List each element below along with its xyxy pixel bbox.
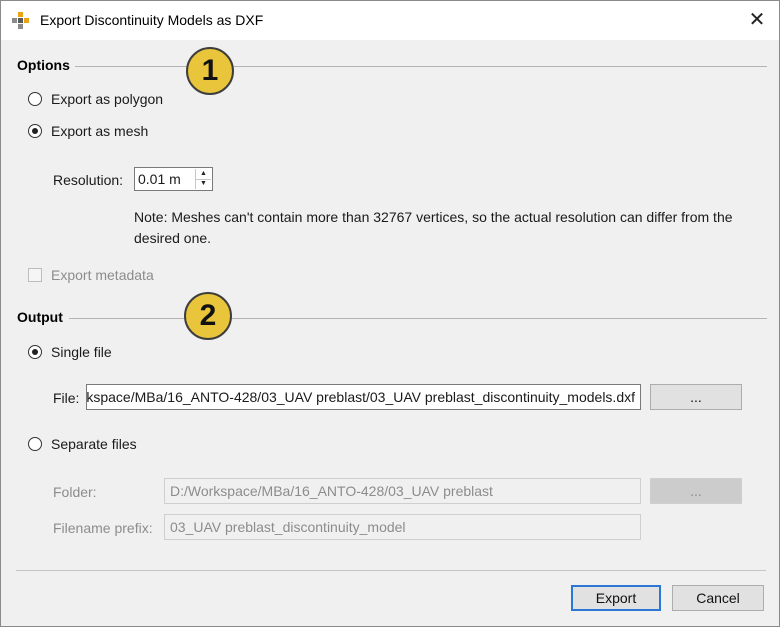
separate-files-radio[interactable]: Separate files [28,436,188,456]
options-divider [75,66,767,67]
folder-value[interactable]: D:/Workspace/MBa/16_ANTO-428/03_UAV preb… [170,483,493,499]
radio-unchecked-icon[interactable] [28,92,42,106]
radio-checked-icon[interactable] [28,345,42,359]
file-path-value[interactable]: D:/Workspace/MBa/16_ANTO-428/03_UAV preb… [87,389,635,405]
separate-files-label: Separate files [51,436,137,452]
browse-folder-button[interactable]: ... [650,478,742,504]
window-title: Export Discontinuity Models as DXF [40,12,264,28]
export-button[interactable]: Export [571,585,661,611]
checkbox-icon[interactable] [28,268,42,282]
cancel-button[interactable]: Cancel [672,585,764,611]
options-group-label: Options [17,57,70,73]
export-polygon-label: Export as polygon [51,91,164,107]
folder-input[interactable]: D:/Workspace/MBa/16_ANTO-428/03_UAV preb… [164,478,641,504]
single-file-radio[interactable]: Single file [28,344,168,364]
output-group-header: Output [17,309,767,327]
spin-down-icon[interactable]: ▼ [196,179,211,189]
radio-checked-icon[interactable] [28,124,42,138]
resolution-spinbox[interactable]: 0.01 m ▲ ▼ [134,167,213,191]
file-label: File: [53,390,80,406]
close-icon[interactable]: ✕ [743,7,771,33]
browse-file-button[interactable]: ... [650,384,742,410]
export-mesh-radio[interactable]: Export as mesh [28,123,188,143]
resolution-value[interactable]: 0.01 m [138,171,181,187]
filename-prefix-input[interactable]: 03_UAV preblast_discontinuity_model [164,514,641,540]
radio-unchecked-icon[interactable] [28,437,42,451]
output-group-label: Output [17,309,63,325]
export-dxf-dialog: Export Discontinuity Models as DXF ✕ Opt… [0,0,780,627]
button-row-divider [16,570,766,571]
callout-badge-2: 2 [184,292,232,340]
file-path-input[interactable]: D:/Workspace/MBa/16_ANTO-428/03_UAV preb… [86,384,641,410]
spin-buttons: ▲ ▼ [195,169,211,189]
title-bar[interactable]: Export Discontinuity Models as DXF ✕ [1,1,779,40]
single-file-label: Single file [51,344,112,360]
output-divider [69,318,767,319]
folder-label: Folder: [53,484,97,500]
filename-prefix-label: Filename prefix: [53,520,153,536]
export-polygon-radio[interactable]: Export as polygon [28,91,188,111]
options-group-header: Options [17,57,767,75]
export-metadata-checkbox[interactable]: Export metadata [28,267,188,287]
resolution-label: Resolution: [53,172,124,188]
filename-prefix-value[interactable]: 03_UAV preblast_discontinuity_model [170,519,406,535]
mesh-note-text: Note: Meshes can't contain more than 327… [134,209,733,246]
callout-badge-1: 1 [186,47,234,95]
export-mesh-label: Export as mesh [51,123,149,139]
app-logo-icon [12,12,30,30]
export-metadata-label: Export metadata [51,267,154,283]
